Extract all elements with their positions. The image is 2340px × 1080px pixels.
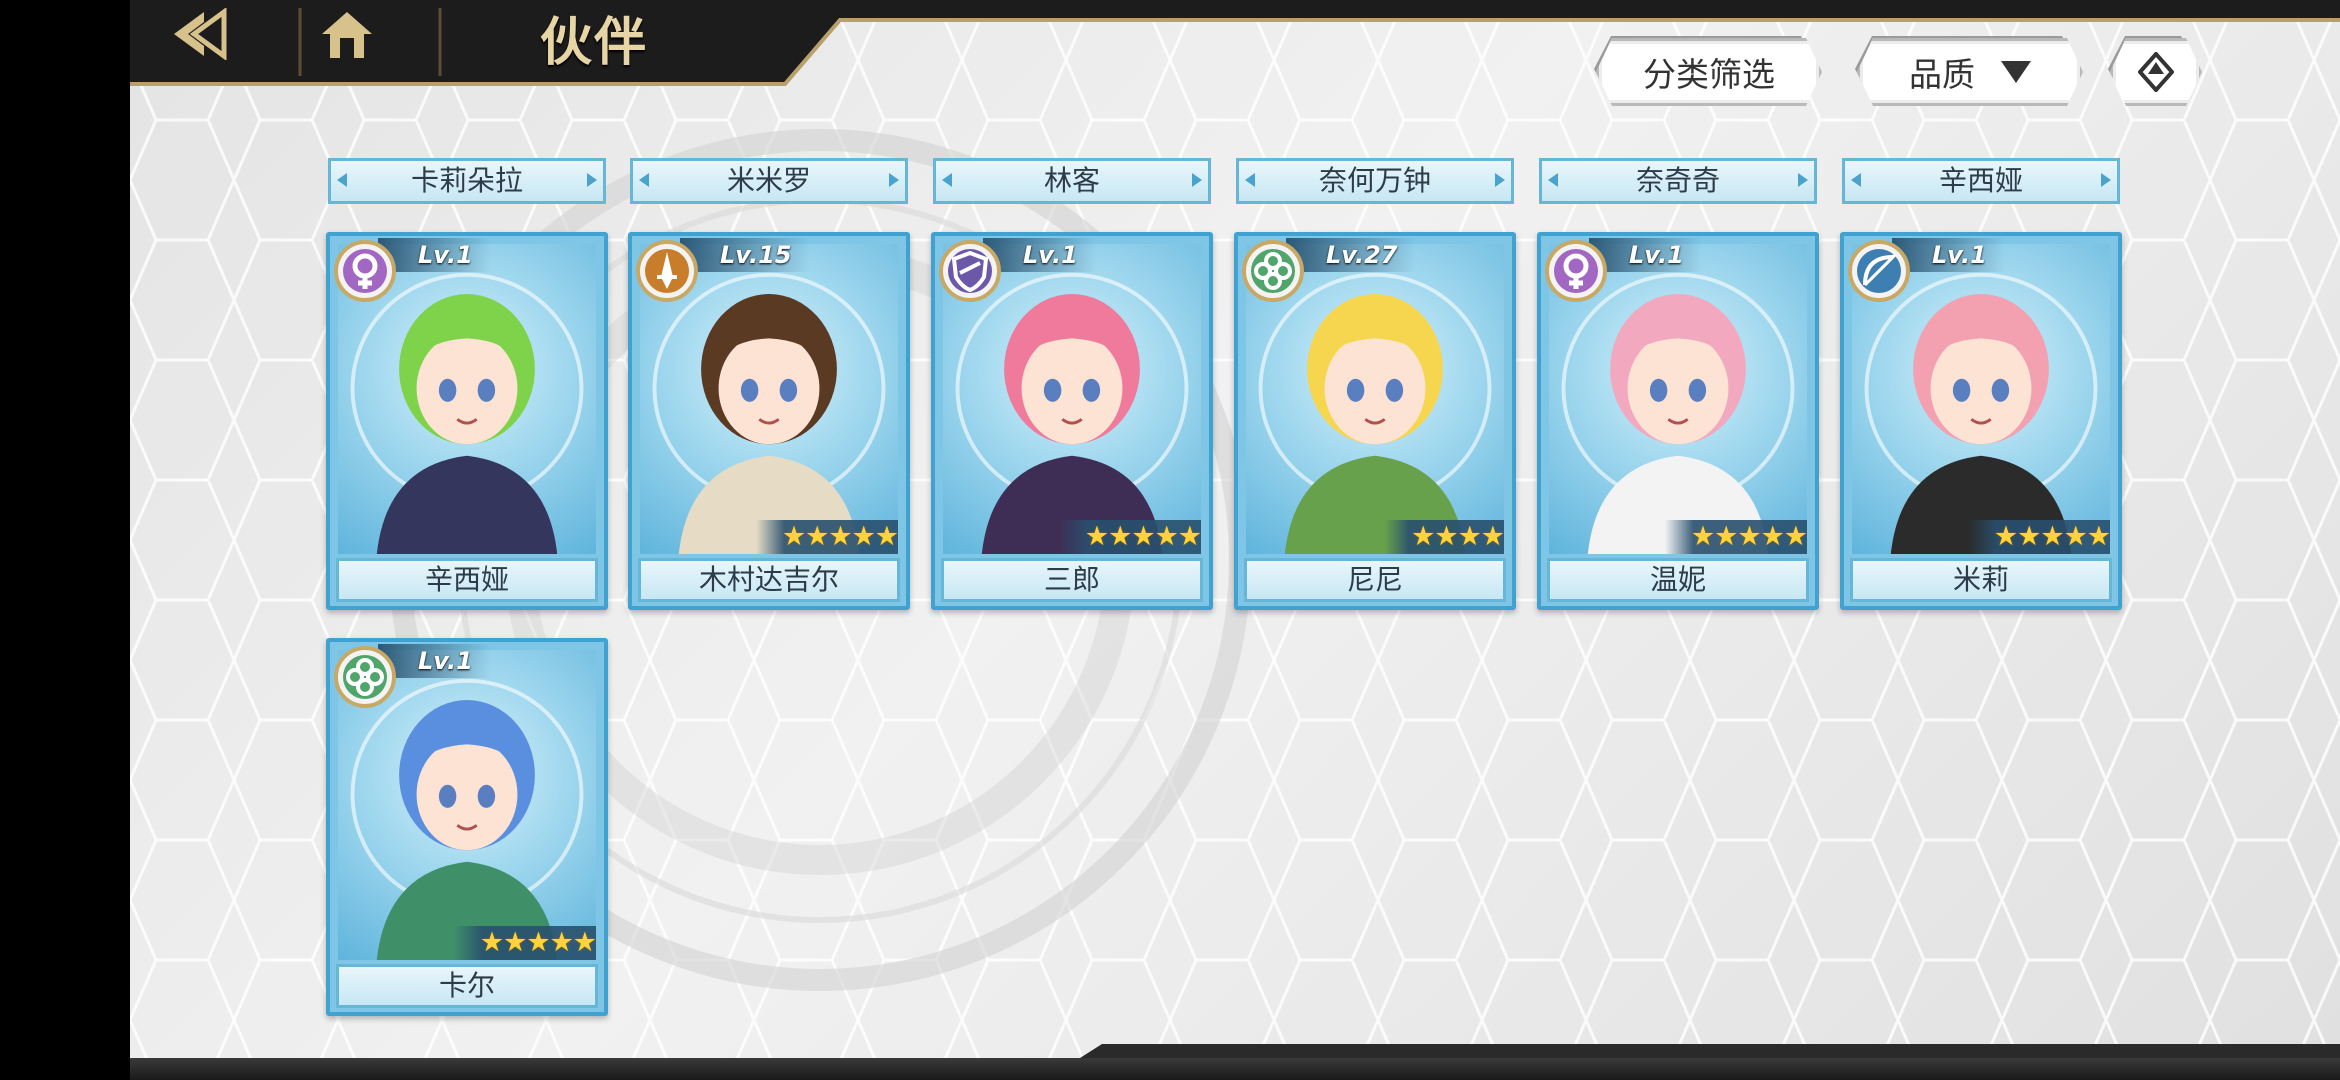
sort-label: 品质 xyxy=(1909,55,1975,94)
star-icon: ★ xyxy=(1154,521,1179,552)
star-rating: ★★★★★ xyxy=(1967,520,2111,554)
star-icon: ★ xyxy=(1177,521,1202,552)
partner-name: 米莉 xyxy=(1850,558,2112,602)
shield-icon xyxy=(948,249,992,293)
star-rating: ★★★★ xyxy=(1385,520,1505,554)
star-icon: ★ xyxy=(1131,521,1155,552)
partner-card[interactable]: Lv.1 ★★★★★ 卡尔 xyxy=(326,638,608,1016)
star-icon: ★ xyxy=(2086,521,2111,552)
diamond-arrow-icon xyxy=(2138,52,2174,92)
star-rating: ★★★★★ xyxy=(1664,520,1808,554)
filter-label: 分类筛选 xyxy=(1643,55,1775,94)
partner-card[interactable]: Lv.27 ★★★★ 尼尼 xyxy=(1234,232,1516,610)
class-badge xyxy=(334,240,396,302)
partner-card[interactable]: Lv.1 辛西娅 xyxy=(326,232,608,610)
sort-order-button[interactable] xyxy=(2110,38,2202,106)
star-rating: ★★★★★ xyxy=(1058,520,1202,554)
partner-name: 辛西娅 xyxy=(336,558,598,602)
page-title: 伙伴 xyxy=(540,12,649,73)
triangle-down-icon xyxy=(2001,61,2031,83)
bottom-frame xyxy=(130,1058,2340,1080)
star-icon: ★ xyxy=(572,927,597,958)
star-rating: ★★★★★ xyxy=(755,520,899,554)
partner-tab[interactable]: 卡莉朵拉 xyxy=(328,158,606,204)
level-label: Lv.27 xyxy=(1286,238,1416,272)
star-icon: ★ xyxy=(1434,521,1458,552)
star-icon: ★ xyxy=(1480,521,1505,552)
star-icon: ★ xyxy=(1760,521,1785,552)
star-icon: ★ xyxy=(549,927,574,958)
clover-icon xyxy=(1251,249,1295,293)
star-icon: ★ xyxy=(1084,521,1109,552)
level-label: Lv.15 xyxy=(680,238,810,272)
star-icon: ★ xyxy=(2017,521,2041,552)
star-icon: ★ xyxy=(1783,521,1808,552)
class-badge xyxy=(636,240,698,302)
partner-screen: 伙伴 分类筛选 品质 卡莉朵拉 米米罗 林客 奈何万钟 奈奇奇 辛西娅 Lv.1 辛西娅 Lv… xyxy=(130,0,2340,1080)
partner-tab[interactable]: 奈何万钟 xyxy=(1236,158,1514,204)
filter-button[interactable]: 分类筛选 xyxy=(1596,38,1822,106)
partner-card[interactable]: Lv.15 ★★★★★ 木村达吉尔 xyxy=(628,232,910,610)
home-button[interactable] xyxy=(320,8,420,74)
clover-icon xyxy=(343,655,387,699)
partner-tab[interactable]: 米米罗 xyxy=(630,158,908,204)
star-rating: ★★★★★ xyxy=(453,926,597,960)
partner-tab[interactable]: 林客 xyxy=(933,158,1211,204)
star-icon: ★ xyxy=(479,927,504,958)
partner-card[interactable]: Lv.1 ★★★★★ 米莉 xyxy=(1840,232,2122,610)
back-button[interactable] xyxy=(170,8,270,74)
star-icon: ★ xyxy=(1108,521,1132,552)
star-icon: ★ xyxy=(828,521,852,552)
back-arrow-icon xyxy=(174,8,227,60)
class-badge xyxy=(939,240,1001,302)
star-icon: ★ xyxy=(781,521,806,552)
star-icon: ★ xyxy=(1737,521,1761,552)
bow-icon xyxy=(1857,249,1901,293)
partner-name: 木村达吉尔 xyxy=(638,558,900,602)
sort-dropdown[interactable]: 品质 xyxy=(1857,38,2083,106)
partner-tab[interactable]: 辛西娅 xyxy=(1842,158,2120,204)
partner-name: 三郎 xyxy=(941,558,1203,602)
class-badge xyxy=(1242,240,1304,302)
star-icon: ★ xyxy=(2040,521,2064,552)
star-icon: ★ xyxy=(503,927,527,958)
sword-icon xyxy=(645,249,689,293)
home-icon xyxy=(322,12,372,58)
partner-card[interactable]: Lv.1 ★★★★★ 温妮 xyxy=(1537,232,1819,610)
star-icon: ★ xyxy=(526,927,550,958)
class-badge xyxy=(334,646,396,708)
female-symbol-icon xyxy=(343,249,387,293)
class-badge xyxy=(1848,240,1910,302)
star-icon: ★ xyxy=(874,521,899,552)
female-symbol-icon xyxy=(1554,249,1598,293)
star-icon: ★ xyxy=(1457,521,1482,552)
class-badge xyxy=(1545,240,1607,302)
partner-card[interactable]: Lv.1 ★★★★★ 三郎 xyxy=(931,232,1213,610)
star-icon: ★ xyxy=(1411,521,1435,552)
partner-tab[interactable]: 奈奇奇 xyxy=(1539,158,1817,204)
star-icon: ★ xyxy=(805,521,829,552)
star-icon: ★ xyxy=(1993,521,2018,552)
partner-name: 卡尔 xyxy=(336,964,598,1008)
partner-name: 温妮 xyxy=(1547,558,1809,602)
partner-name: 尼尼 xyxy=(1244,558,1506,602)
star-icon: ★ xyxy=(2063,521,2088,552)
star-icon: ★ xyxy=(851,521,876,552)
star-icon: ★ xyxy=(1714,521,1738,552)
star-icon: ★ xyxy=(1690,521,1715,552)
